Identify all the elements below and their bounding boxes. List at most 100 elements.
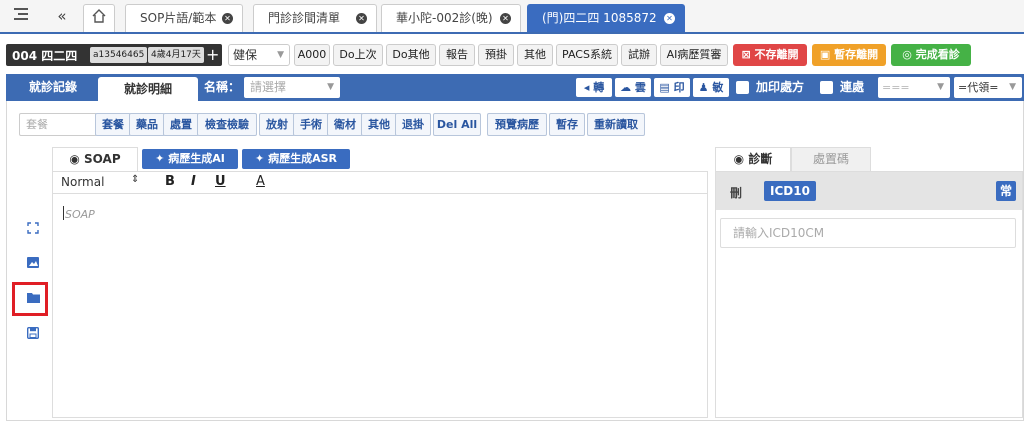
print-button[interactable]: ▤ 印 [654,78,690,97]
pickup-value: =代領= [958,81,999,94]
bold-button[interactable]: B [165,174,175,189]
top-tab-bar: « SOP片語/範本 ✕ 門診診間清單 ✕ 華小陀-002診(晚) ✕ (門)四… [0,0,1024,34]
add-print-checkbox[interactable] [736,81,749,94]
main-toolbar: 004 四二四 a13546465 4歲4月17天 + 健保 ▼ A000 Do… [0,40,1024,70]
cancel-registration-button[interactable]: 退掛 [395,113,431,136]
chevron-down-icon: ▼ [1009,82,1016,92]
soap-editor: Normal ⇕ B I U A SOAP [52,171,708,418]
delete-label[interactable]: 刪 [730,184,742,201]
expand-icon[interactable] [26,222,40,236]
icd10-badge[interactable]: ICD10 [764,181,816,201]
a000-button[interactable]: A000 [294,44,330,66]
exam-lab-button[interactable]: 檢查檢驗 [197,113,257,136]
check-circle-icon: ◎ [902,48,912,61]
pickup-select[interactable]: =代領= ▼ [954,77,1022,98]
booking-button[interactable]: 預掛 [478,44,514,66]
other-button[interactable]: 其他 [517,44,553,66]
allergy-button[interactable]: ♟ 敏 [693,78,729,97]
ai-review-button[interactable]: AI病歷質審 [660,44,728,66]
package-search-input[interactable]: 套餐 [19,113,97,136]
name-label: 名稱： [204,80,241,94]
collapse-chevron-icon[interactable]: « [52,6,72,26]
tab-patient-active[interactable]: (門)四二四 1085872 ✕ [527,4,685,32]
close-icon[interactable]: ✕ [500,13,511,24]
surgery-button[interactable]: 手術 [293,113,329,136]
report-button[interactable]: 報告 [439,44,475,66]
close-icon[interactable]: ✕ [664,13,675,24]
patient-age: 4歲4月17天 [148,47,204,63]
package-button[interactable]: 套餐 [95,113,131,136]
tab-label: 華小陀-002診(晚) [396,11,493,25]
sparkle-icon: ✦ [255,152,265,165]
tab-label: SOP片語/範本 [140,11,217,25]
location-pin-icon: ◉ [69,152,80,166]
icd10-input[interactable]: 請輸入ICD10CM [720,218,1016,248]
location-pin-icon: ◉ [733,152,745,166]
radiology-button[interactable]: 放射 [259,113,295,136]
drug-button[interactable]: 藥品 [129,113,165,136]
document-icon: ▤ [659,81,670,94]
style-select[interactable]: Normal [61,175,104,189]
diagnosis-tab[interactable]: ◉ 診斷 [715,147,791,171]
pacs-button[interactable]: PACS系統 [556,44,618,66]
chevron-down-icon: ▼ [937,82,944,92]
soap-tab[interactable]: ◉ SOAP [52,147,138,171]
tab-visit-record[interactable]: 就診記錄 [12,74,94,101]
prescription-select[interactable]: === ▼ [878,77,950,98]
diagnosis-tab-label: 診斷 [748,152,773,166]
print-label: 印 [673,81,685,94]
insurance-value: 健保 [233,48,258,62]
section-tab-bar: 就診記錄 就診明細 名稱： 請選擇 ▼ ◂ 轉 ☁ 雲 ▤ 印 ♟ 敏 加印處方… [6,74,1024,101]
cancel-icon: ⊠ [741,48,751,61]
transfer-button[interactable]: ◂ 轉 [576,78,612,97]
plus-icon[interactable]: + [206,44,219,66]
others-button[interactable]: 其他 [361,113,397,136]
floppy-disk-icon[interactable] [26,326,40,341]
transfer-label: 轉 [593,81,605,94]
menu-icon[interactable] [12,6,32,26]
delete-all-button[interactable]: Del All [433,113,481,136]
continuous-label: 連處 [840,80,865,94]
temp-save-exit-label: 暫存離開 [834,48,879,61]
cloud-button[interactable]: ☁ 雲 [615,78,651,97]
sparkle-icon: ✦ [155,152,165,165]
chevron-down-icon: ▼ [327,82,334,92]
ai-asr-button[interactable]: ✦ 病歷生成ASR [242,149,350,169]
underline-button[interactable]: U [215,174,226,189]
procedure-button[interactable]: 處置 [163,113,199,136]
procedure-code-tab[interactable]: 處置碼 [791,147,871,171]
editor-toolbar: Normal ⇕ B I U A [53,172,707,194]
do-other-button[interactable]: Do其他 [386,44,436,66]
ai-generate-button[interactable]: ✦ 病歷生成AI [142,149,238,169]
temp-save-button[interactable]: 暫存 [549,113,585,136]
insurance-select[interactable]: 健保 ▼ [228,44,290,66]
supplies-button[interactable]: 衛材 [327,113,363,136]
continuous-checkbox[interactable] [820,81,833,94]
preview-record-button[interactable]: 預覽病歷 [487,113,547,136]
visit-detail-panel: 套餐 套餐 藥品 處置 檢查檢驗 放射 手術 衛材 其他 退掛 Del All … [6,101,1024,421]
reload-button[interactable]: 重新讀取 [587,113,645,136]
tab-label: (門)四二四 1085872 [542,11,657,25]
tab-sop-templates[interactable]: SOP片語/範本 ✕ [125,4,243,32]
italic-button[interactable]: I [191,174,196,189]
soap-text-area[interactable]: SOAP [65,208,95,221]
ai-generate-label: 病歷生成AI [168,152,225,165]
highlight-box [12,282,48,316]
tab-clinic-room[interactable]: 華小陀-002診(晚) ✕ [381,4,521,32]
complete-visit-button[interactable]: ◎ 完成看診 [891,44,971,66]
exit-without-save-label: 不存離開 [754,48,799,61]
do-last-button[interactable]: Do上次 [333,44,383,66]
home-icon[interactable] [83,4,115,32]
tab-clinic-list[interactable]: 門診診間清單 ✕ [253,4,377,32]
frequent-button[interactable]: 常 [996,181,1016,201]
text-color-button[interactable]: A [256,174,265,189]
temp-save-exit-button[interactable]: ▣ 暫存離開 [812,44,886,66]
image-icon[interactable] [26,257,40,271]
close-icon[interactable]: ✕ [356,13,367,24]
diagnosis-panel: 刪 ICD10 常 請輸入ICD10CM [715,171,1023,418]
exit-without-save-button[interactable]: ⊠ 不存離開 [733,44,807,66]
tab-visit-detail[interactable]: 就診明細 [98,77,198,101]
trial-button[interactable]: 試辦 [621,44,657,66]
name-select[interactable]: 請選擇 ▼ [244,77,340,98]
close-icon[interactable]: ✕ [222,13,233,24]
